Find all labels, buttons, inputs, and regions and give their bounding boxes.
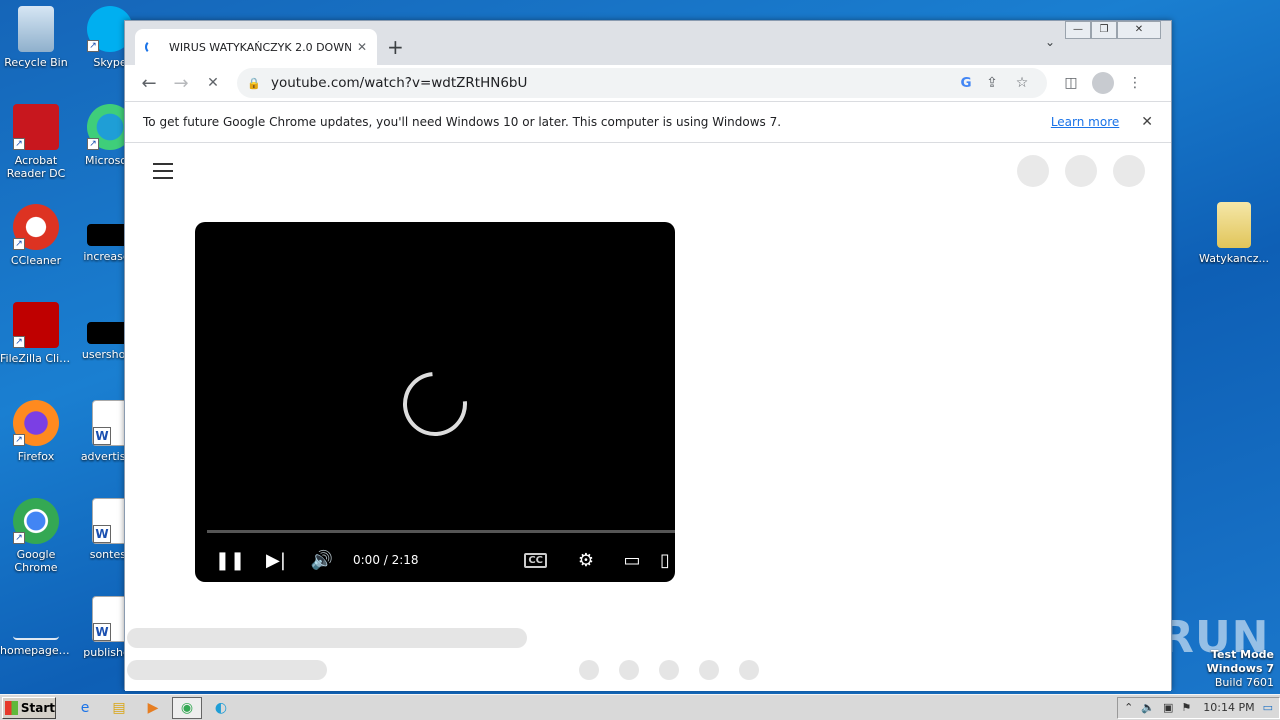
shortcut-arrow-icon: ↗ — [13, 336, 25, 348]
chrome-icon: ↗ — [13, 498, 59, 544]
bookmark-star-icon[interactable]: ☆ — [1007, 75, 1037, 91]
skeleton-dot-2 — [619, 660, 639, 680]
taskbar-ie-icon[interactable]: e — [70, 697, 100, 719]
taskbar: Start e ▤ ▶ ◉ ◐ ⌃ 🔈 ▣ ⚑ 10:14 PM ▭ — [0, 694, 1280, 720]
firefox-icon: ↗ — [13, 400, 59, 446]
desktop-icon-homepage[interactable]: homepagep... — [0, 596, 72, 657]
shortcut-arrow-icon: ↗ — [87, 138, 99, 150]
desktop-icon-filezilla[interactable]: ↗ FileZilla Client — [0, 302, 72, 365]
stop-loading-button[interactable]: ✕ — [197, 75, 229, 91]
tab-title: WIRUS WATYKAŃCZYK 2.0 DOWNLO — [169, 40, 351, 54]
tray-chevron-icon[interactable]: ⌃ — [1124, 701, 1133, 714]
acrobat-icon: ↗ — [13, 104, 59, 150]
desktop-icon-firefox[interactable]: ↗ Firefox — [0, 400, 72, 463]
skeleton-dot-5 — [739, 660, 759, 680]
clock[interactable]: 10:14 PM — [1203, 701, 1254, 714]
loading-spinner-icon — [145, 40, 159, 54]
placeholder-circle-3 — [1113, 155, 1145, 187]
player-controls: ❚❚ ▶| 🔊 0:00 / 2:18 CC ⚙ ▭ ▯ — [195, 540, 675, 580]
word-doc-icon: W — [92, 498, 128, 544]
word-doc-icon: W — [92, 400, 128, 446]
word-w-icon: W — [93, 427, 111, 445]
next-icon[interactable]: ▶| — [253, 550, 299, 571]
shortcut-arrow-icon: ↗ — [13, 238, 25, 250]
volume-icon[interactable]: 🔊 — [299, 550, 345, 571]
desktop-icon-watykanczyk-folder[interactable]: Watykancz... — [1198, 202, 1270, 265]
skeleton-dot-4 — [699, 660, 719, 680]
filezilla-icon: ↗ — [13, 302, 59, 348]
infobar-close-icon[interactable]: ✕ — [1141, 114, 1153, 130]
ccleaner-icon: ↗ — [13, 204, 59, 250]
desktop-icon-chrome[interactable]: ↗ Google Chrome — [0, 498, 72, 574]
youtube-page: ❚❚ ▶| 🔊 0:00 / 2:18 CC ⚙ ▭ ▯ — [125, 143, 1171, 691]
windows-flag-icon — [5, 700, 18, 715]
google-lens-icon[interactable]: G — [955, 75, 977, 91]
tab-strip: WIRUS WATYKAŃCZYK 2.0 DOWNLO ✕ + ⌄ — ❐ ✕ — [125, 21, 1171, 65]
learn-more-link[interactable]: Learn more — [1051, 115, 1119, 129]
address-bar[interactable]: 🔒 youtube.com/watch?v=wdtZRtHN6bU G ⇪ ☆ — [237, 68, 1047, 98]
pause-icon[interactable]: ❚❚ — [207, 550, 253, 571]
new-tab-button[interactable]: + — [387, 35, 404, 59]
tab-close-icon[interactable]: ✕ — [357, 40, 367, 54]
side-panel-icon[interactable]: ◫ — [1055, 75, 1087, 91]
tab-youtube[interactable]: WIRUS WATYKAŃCZYK 2.0 DOWNLO ✕ — [135, 29, 377, 65]
url-text: youtube.com/watch?v=wdtZRtHN6bU — [271, 75, 528, 91]
video-player[interactable]: ❚❚ ▶| 🔊 0:00 / 2:18 CC ⚙ ▭ ▯ — [195, 222, 675, 582]
video-loading-spinner-icon — [389, 358, 481, 450]
test-mode-label: Test Mode Windows 7 Build 7601 — [1206, 648, 1274, 689]
blank-file-icon — [13, 596, 59, 640]
start-button[interactable]: Start — [2, 696, 56, 719]
infobar-message: To get future Google Chrome updates, you… — [143, 115, 782, 129]
shortcut-arrow-icon: ↗ — [87, 40, 99, 52]
hamburger-menu-icon[interactable] — [153, 163, 173, 184]
forward-button[interactable]: → — [165, 73, 197, 94]
lock-icon: 🔒 — [247, 76, 261, 90]
minimize-button[interactable]: — — [1065, 21, 1091, 39]
tray-flag-icon[interactable]: ⚑ — [1181, 701, 1191, 714]
taskbar-edge-icon[interactable]: ◐ — [206, 697, 236, 719]
update-infobar: To get future Google Chrome updates, you… — [125, 101, 1171, 143]
word-w-icon: W — [93, 525, 111, 543]
desktop-icon-recycle-bin[interactable]: Recycle Bin — [0, 6, 72, 69]
skeleton-dot-3 — [659, 660, 679, 680]
window-close-button[interactable]: ✕ — [1117, 21, 1161, 39]
word-doc-icon: W — [92, 596, 128, 642]
skeleton-dot-1 — [579, 660, 599, 680]
restore-button[interactable]: ❐ — [1091, 21, 1117, 39]
taskbar-explorer-icon[interactable]: ▤ — [104, 697, 134, 719]
menu-kebab-icon[interactable]: ⋮ — [1119, 75, 1151, 91]
chrome-window: WIRUS WATYKAŃCZYK 2.0 DOWNLO ✕ + ⌄ — ❐ ✕… — [124, 20, 1172, 691]
tray-network-icon[interactable]: ▣ — [1163, 701, 1173, 714]
placeholder-circle-1 — [1017, 155, 1049, 187]
system-tray: ⌃ 🔈 ▣ ⚑ 10:14 PM ▭ — [1117, 696, 1280, 719]
taskbar-media-player-icon[interactable]: ▶ — [138, 697, 168, 719]
desktop-icon-acrobat[interactable]: ↗ Acrobat Reader DC — [0, 104, 72, 180]
settings-gear-icon[interactable]: ⚙ — [563, 550, 609, 571]
tab-search-chevron-icon[interactable]: ⌄ — [1045, 35, 1055, 49]
captions-button[interactable]: CC — [524, 552, 547, 568]
tray-volume-icon[interactable]: 🔈 — [1141, 701, 1155, 714]
browser-toolbar: ← → ✕ 🔒 youtube.com/watch?v=wdtZRtHN6bU … — [125, 65, 1171, 101]
skeleton-channel-bar — [127, 660, 327, 680]
word-w-icon: W — [93, 623, 111, 641]
shortcut-arrow-icon: ↗ — [13, 532, 25, 544]
back-button[interactable]: ← — [133, 73, 165, 94]
time-display: 0:00 / 2:18 — [353, 553, 419, 567]
window-controls: — ❐ ✕ — [1065, 21, 1161, 39]
profile-avatar-icon[interactable] — [1092, 72, 1114, 94]
folder-icon — [1217, 202, 1251, 248]
skeleton-title-bar — [127, 628, 527, 648]
miniplayer-icon[interactable]: ▭ — [609, 550, 655, 571]
progress-bar[interactable] — [207, 530, 675, 533]
share-icon[interactable]: ⇪ — [977, 75, 1007, 91]
shortcut-arrow-icon: ↗ — [13, 138, 25, 150]
theater-mode-icon[interactable]: ▯ — [655, 550, 675, 571]
recycle-bin-icon — [18, 6, 54, 52]
taskbar-chrome-icon[interactable]: ◉ — [172, 696, 202, 719]
placeholder-circle-2 — [1065, 155, 1097, 187]
desktop-icon-ccleaner[interactable]: ↗ CCleaner — [0, 204, 72, 267]
show-desktop-icon[interactable]: ▭ — [1263, 701, 1273, 714]
shortcut-arrow-icon: ↗ — [13, 434, 25, 446]
